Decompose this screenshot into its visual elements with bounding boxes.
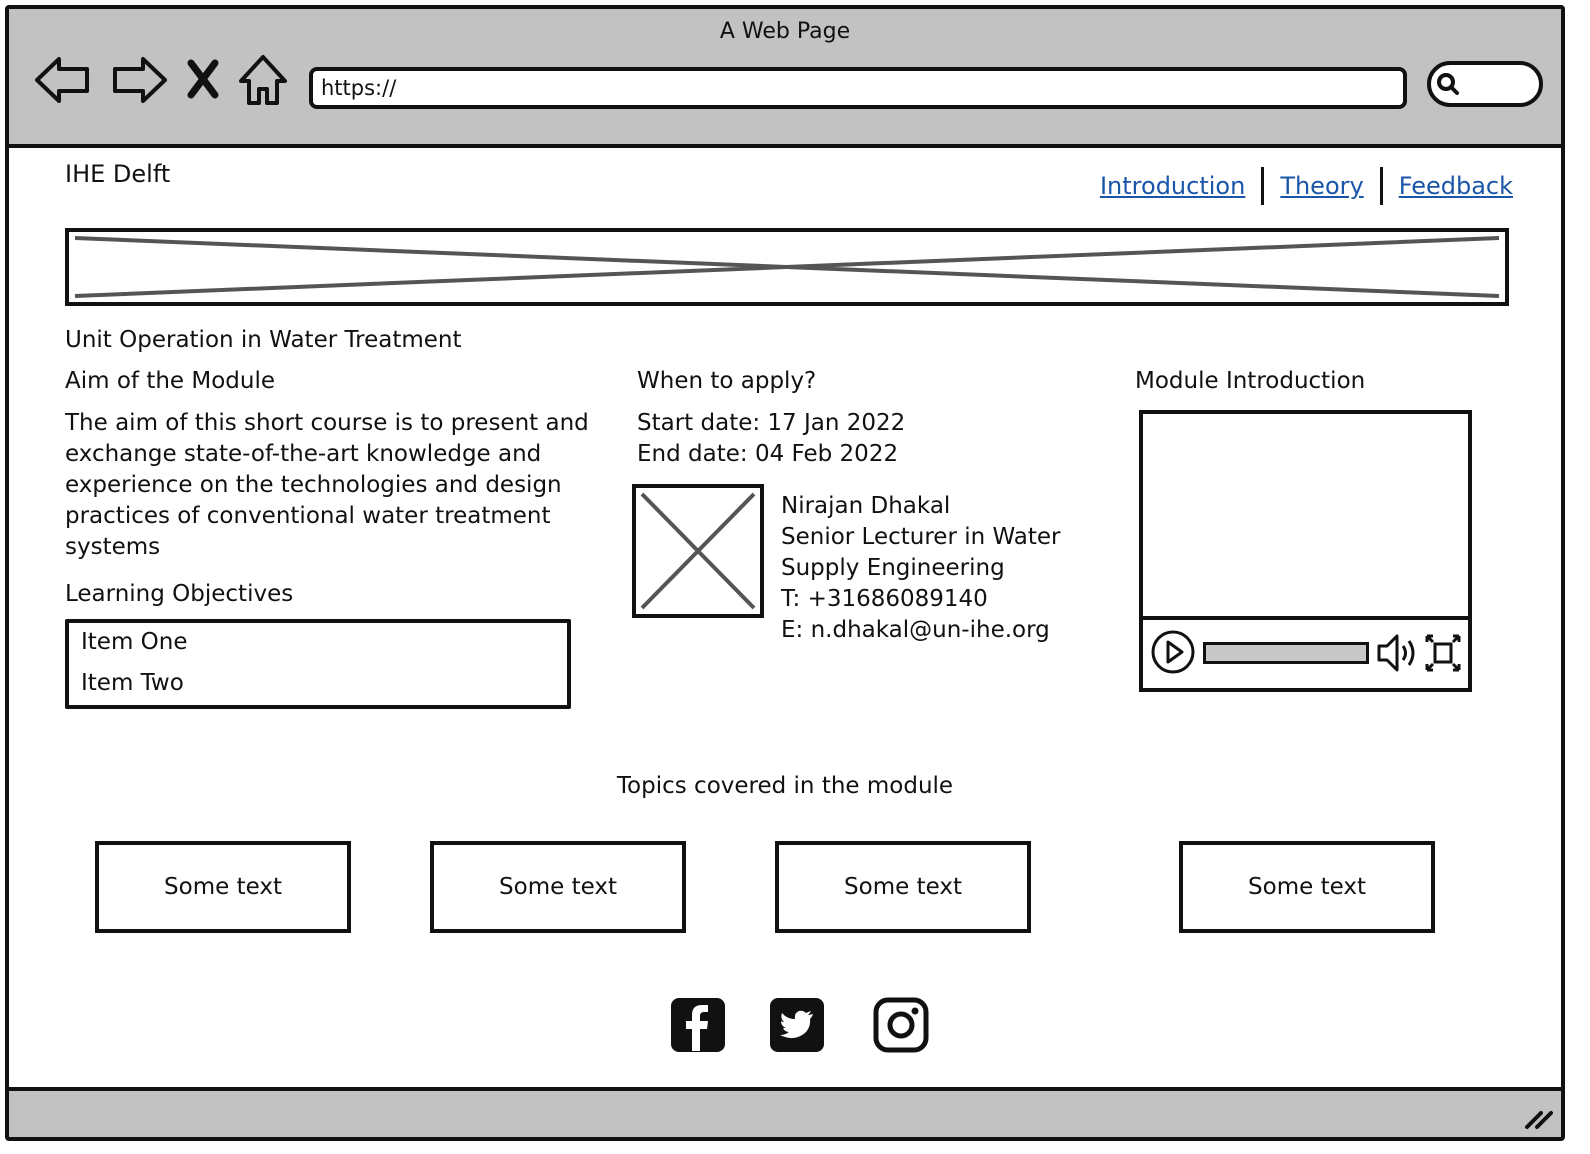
window-title: A Web Page [719,19,851,44]
address-bar[interactable]: https:// [309,67,1407,109]
video-progress-bar[interactable] [1203,642,1369,664]
lecturer-phone: T: +31686089140 [781,586,988,612]
browser-window: A Web Page https:// IHE Delft Introducti… [5,5,1565,1141]
lecturer-name: Nirajan Dhakal [781,493,951,519]
video-controls [1143,616,1468,688]
banner-image-placeholder [65,228,1509,306]
resize-grip-icon[interactable] [1523,1107,1553,1131]
close-icon[interactable] [179,49,227,111]
fullscreen-icon[interactable] [1423,630,1463,676]
page-title: Unit Operation in Water Treatment [65,327,462,353]
topic-card[interactable]: Some text [95,841,351,933]
facebook-icon[interactable] [670,997,726,1053]
list-item[interactable]: Item One [81,629,188,655]
list-item[interactable]: Item Two [81,670,184,696]
site-brand: IHE Delft [65,160,171,188]
video-heading: Module Introduction [1135,368,1366,394]
browser-search-field[interactable] [1427,61,1543,107]
play-icon[interactable] [1149,628,1197,676]
topic-card[interactable]: Some text [775,841,1031,933]
lecturer-photo-placeholder [632,484,764,618]
browser-status-bar [9,1087,1561,1137]
browser-toolbar: A Web Page https:// [9,9,1561,148]
video-player[interactable] [1139,410,1472,692]
lecturer-role: Senior Lecturer in Water Supply Engineer… [781,524,1061,581]
twitter-icon[interactable] [769,997,825,1053]
apply-heading: When to apply? [637,368,817,394]
volume-icon[interactable] [1375,630,1419,676]
lecturer-email[interactable]: E: n.dhakal@un-ihe.org [781,615,1050,646]
nav-link-introduction[interactable]: Introduction [1100,172,1245,200]
topic-card[interactable]: Some text [430,841,686,933]
nav-link-feedback[interactable]: Feedback [1399,172,1513,200]
nav-link-theory[interactable]: Theory [1280,172,1363,200]
end-date: End date: 04 Feb 2022 [637,441,899,467]
start-date: Start date: 17 Jan 2022 [637,410,906,436]
aim-text: The aim of this short course is to prese… [65,410,589,560]
topic-card[interactable]: Some text [1179,841,1435,933]
topics-heading: Topics covered in the module [616,773,954,799]
search-icon [1437,73,1459,95]
objectives-list: Item One Item Two [65,619,571,709]
nav-divider [1379,167,1383,205]
home-icon[interactable] [235,49,291,111]
top-navigation: Introduction Theory Feedback [1100,167,1513,205]
forward-arrow-icon[interactable] [107,49,169,111]
back-arrow-icon[interactable] [33,49,95,111]
objectives-heading: Learning Objectives [65,581,294,607]
nav-divider [1261,167,1265,205]
instagram-icon[interactable] [873,997,929,1053]
aim-heading: Aim of the Module [65,368,276,394]
